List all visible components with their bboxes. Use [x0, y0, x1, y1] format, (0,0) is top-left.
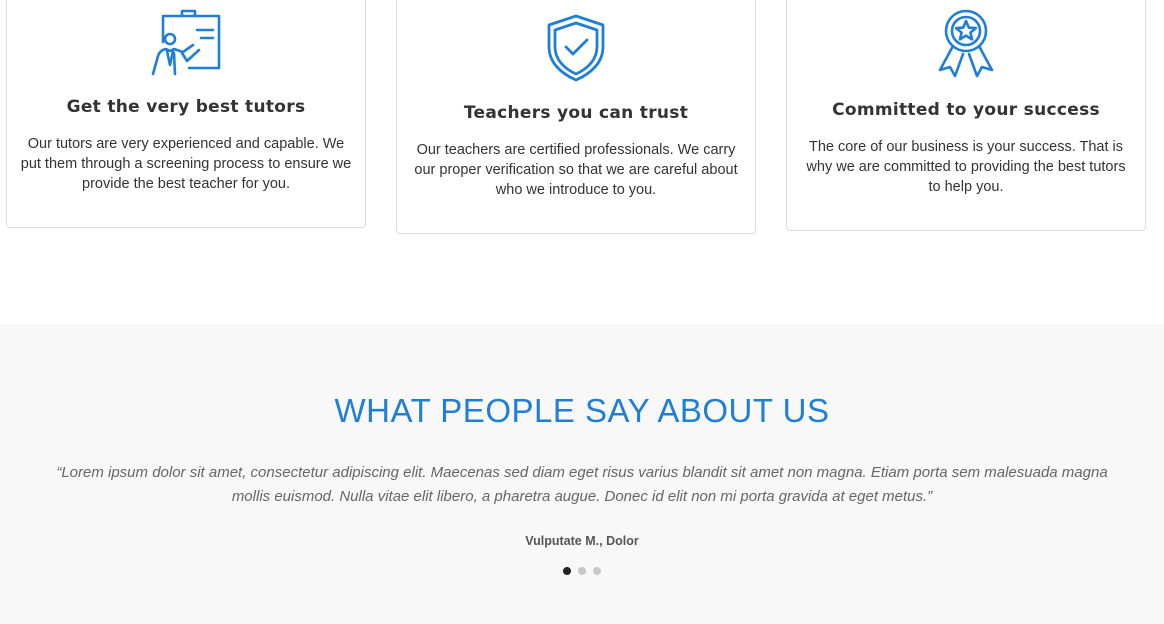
feature-description: Our tutors are very experienced and capa… — [20, 136, 352, 192]
feature-title: Committed to your success — [832, 100, 1100, 120]
carousel-dot-2[interactable] — [578, 567, 586, 575]
carousel-dot-1[interactable] — [563, 567, 571, 575]
feature-description: Our teachers are certified professionals… — [414, 142, 738, 198]
testimonials-section: WHAT PEOPLE SAY ABOUT US “Lorem ipsum do… — [0, 324, 1164, 624]
page: Get the very best tutors Our tutors are … — [0, 0, 1164, 624]
teacher-presentation-icon — [149, 8, 223, 76]
shield-check-icon — [546, 13, 606, 83]
feature-title: Teachers you can trust — [463, 103, 689, 123]
feature-card-tutors: Get the very best tutors Our tutors are … — [6, 0, 366, 228]
feature-title: Get the very best tutors — [66, 97, 306, 117]
testimonial-author: Vulputate M., Dolor — [525, 534, 639, 548]
feature-card-success: Committed to your success The core of ou… — [786, 0, 1146, 231]
section-heading: WHAT PEOPLE SAY ABOUT US — [334, 392, 830, 429]
award-ribbon-icon — [935, 8, 997, 78]
testimonial-quote: “Lorem ipsum dolor sit amet, consectetur… — [56, 464, 1108, 505]
carousel-dot-3[interactable] — [593, 567, 601, 575]
carousel-pagination — [0, 567, 1164, 575]
feature-description: The core of our business is your success… — [806, 139, 1126, 195]
feature-card-trust: Teachers you can trust Our teachers are … — [396, 0, 756, 234]
